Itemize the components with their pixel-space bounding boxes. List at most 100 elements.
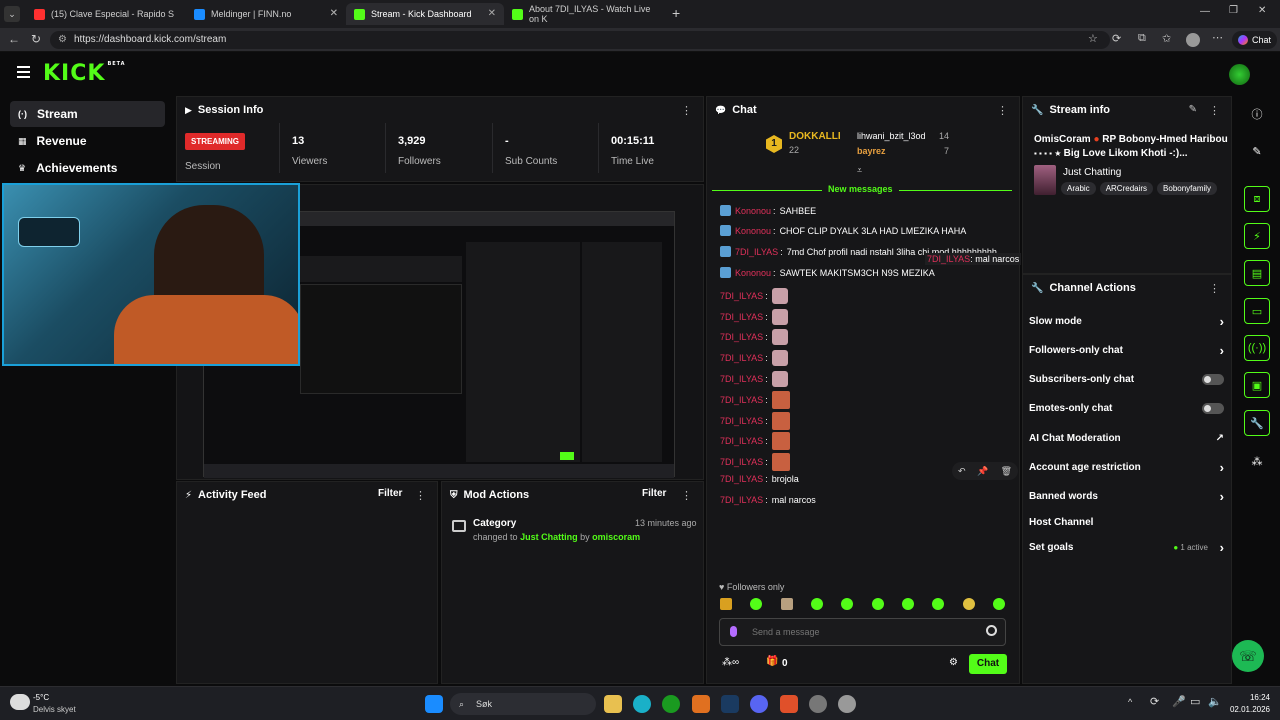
more-options-icon[interactable]: ⋮ [1209, 104, 1220, 117]
site-info-icon[interactable]: ⚙ [58, 31, 67, 49]
chat-emote[interactable] [771, 371, 788, 387]
profile-avatar[interactable] [1186, 33, 1200, 47]
channel-action-subscribers-only-chat[interactable]: Subscribers-only chat [1029, 369, 1224, 389]
extensions-icon[interactable]: ⟳ [1112, 32, 1121, 45]
chat-username[interactable]: 7DI_ILYAS [720, 495, 763, 505]
minimize-button[interactable]: — [1200, 6, 1210, 17]
chat-message[interactable]: 7DI_ILYAS: brojola [720, 474, 799, 484]
emote-icon[interactable] [780, 598, 793, 610]
layout-icon[interactable]: ▣ [1244, 372, 1270, 398]
user-avatar[interactable] [1229, 64, 1250, 85]
chat-message[interactable]: 7DI_ILYAS: mal narcos [720, 495, 816, 505]
tab-kick-dashboard[interactable]: Stream - Kick Dashboard ✕ [346, 3, 504, 25]
kick-points-icon[interactable]: ⁂ [1244, 448, 1270, 474]
collections-icon[interactable]: ✩ [1162, 32, 1171, 45]
toggle-switch[interactable] [1202, 402, 1224, 414]
chat-username[interactable]: 7DI_ILYAS [720, 353, 763, 363]
close-icon[interactable]: ✕ [488, 8, 496, 19]
new-tab-button[interactable]: + [672, 5, 680, 21]
brave-icon[interactable] [780, 695, 798, 713]
more-menu-icon[interactable]: ⋯ [1212, 31, 1223, 44]
toggle-switch[interactable] [1202, 373, 1224, 385]
chat-username[interactable]: 7DI_ILYAS [720, 374, 763, 384]
top-gifter-2-name[interactable]: lihwani_bzit_l3od [857, 131, 926, 141]
stream-view-icon[interactable]: ⧈ [1244, 186, 1270, 212]
chat-bubble-icon[interactable]: ▭ [1244, 298, 1270, 324]
delete-icon[interactable]: 🗑 [1001, 466, 1012, 477]
chat-username[interactable]: 7DI_ILYAS [735, 247, 778, 257]
emote-icon[interactable] [720, 598, 732, 610]
settings-icon[interactable] [838, 695, 856, 713]
channel-action-emotes-only-chat[interactable]: Emotes-only chat [1029, 398, 1224, 418]
chat-emote[interactable] [771, 288, 788, 304]
more-options-icon[interactable]: ⋮ [681, 489, 692, 502]
channel-action-ai-chat-moderation[interactable]: AI Chat Moderation ↗ [1029, 428, 1224, 448]
chat-message[interactable]: Kononou: SAHBEE [720, 205, 816, 216]
chat-message[interactable]: 7DI_ILYAS: [720, 329, 788, 345]
split-screen-icon[interactable]: ⧉ [1138, 32, 1146, 45]
sidebar-item-achievements[interactable]: ♛ Achievements [10, 155, 165, 181]
chat-emote[interactable] [771, 412, 790, 430]
copilot-chat-button[interactable]: Chat [1232, 31, 1278, 49]
chat-message[interactable]: 7DI_ILYAS: [720, 288, 788, 304]
chat-message[interactable]: 7DI_ILYAS: [720, 309, 788, 325]
file-explorer-icon[interactable] [604, 695, 622, 713]
emote-icon[interactable] [901, 598, 914, 610]
hamburger-menu-icon[interactable] [17, 66, 30, 78]
category-name[interactable]: Just Chatting [1063, 167, 1121, 178]
channel-action-slow-mode[interactable]: Slow mode › [1029, 311, 1224, 331]
emote-icon[interactable] [871, 598, 884, 610]
chat-message[interactable]: 7DI_ILYAS: [720, 453, 790, 471]
gift-icon[interactable]: 🎁 [766, 656, 778, 667]
pencil-icon[interactable]: ✎ [1244, 138, 1270, 164]
bolt-icon[interactable]: ⚡ [1244, 223, 1270, 249]
taskbar-search[interactable]: ⌕ Søk [450, 693, 596, 715]
chat-emote[interactable] [771, 329, 788, 345]
chat-username[interactable]: 7DI_ILYAS [720, 332, 763, 342]
tag-chip[interactable]: ARCredairs [1099, 182, 1154, 195]
channel-action-followers-only-chat[interactable]: Followers-only chat › [1029, 340, 1224, 360]
kick-logo[interactable]: KICK BETA [43, 61, 126, 86]
edit-icon[interactable]: ✎ [1189, 104, 1197, 115]
broadcast-icon[interactable]: ((·)) [1244, 335, 1270, 361]
chat-message[interactable]: Kononou: SAWTEK MAKITSM3CH N9S MEZIKA [720, 267, 935, 278]
emote-icon[interactable] [962, 598, 975, 610]
mod-entry-category[interactable]: Just Chatting [520, 532, 578, 542]
chat-username[interactable]: 7DI_ILYAS [720, 291, 763, 301]
sidebar-item-stream[interactable]: (·) Stream [10, 101, 165, 127]
filter-button[interactable]: Filter [642, 488, 666, 499]
restore-button[interactable]: ❐ [1229, 5, 1238, 16]
filter-button[interactable]: Filter [378, 488, 402, 499]
chat-username[interactable]: 7DI_ILYAS [720, 395, 763, 405]
tray-overflow-icon[interactable]: ^ [1128, 697, 1132, 707]
chat-username[interactable]: Kononou [735, 226, 771, 236]
chat-username[interactable]: 7DI_ILYAS [720, 312, 763, 322]
chat-username[interactable]: 7DI_ILYAS [720, 474, 763, 484]
sidebar-item-revenue[interactable]: ▦ Revenue [10, 128, 165, 154]
chat-username[interactable]: 7DI_ILYAS [720, 416, 763, 426]
more-options-icon[interactable]: ⋮ [997, 104, 1008, 117]
weather-icon[interactable] [10, 694, 30, 710]
back-icon[interactable]: ← [8, 32, 20, 46]
support-button[interactable]: ☏ [1232, 640, 1264, 672]
channel-action-set-goals[interactable]: Set goals ● 1 active › [1029, 537, 1224, 557]
chat-message-input[interactable] [752, 625, 972, 639]
microphone-icon[interactable] [730, 626, 737, 637]
channel-action-banned-words[interactable]: Banned words › [1029, 486, 1224, 506]
discord-icon[interactable] [750, 695, 768, 713]
close-window-button[interactable]: ✕ [1258, 5, 1266, 16]
edge-browser-icon[interactable] [633, 695, 651, 713]
wifi-icon[interactable]: ⟳ [1150, 695, 1159, 708]
xbox-icon[interactable] [662, 695, 680, 713]
tag-chip[interactable]: Bobonyfamily [1157, 182, 1218, 195]
more-options-icon[interactable]: ⋮ [681, 104, 692, 117]
volume-icon[interactable]: 🔈 [1208, 695, 1222, 708]
tab-finn[interactable]: Meldinger | FINN.no ✕ [186, 3, 346, 25]
more-options-icon[interactable]: ⋮ [415, 489, 426, 502]
steam-icon[interactable] [721, 695, 739, 713]
tag-chip[interactable]: Arabic [1061, 182, 1096, 195]
emote-icon[interactable] [992, 598, 1005, 610]
chat-emote[interactable] [771, 432, 790, 450]
windows-start-icon[interactable] [425, 695, 443, 713]
chat-username[interactable]: 7DI_ILYAS [720, 457, 763, 467]
